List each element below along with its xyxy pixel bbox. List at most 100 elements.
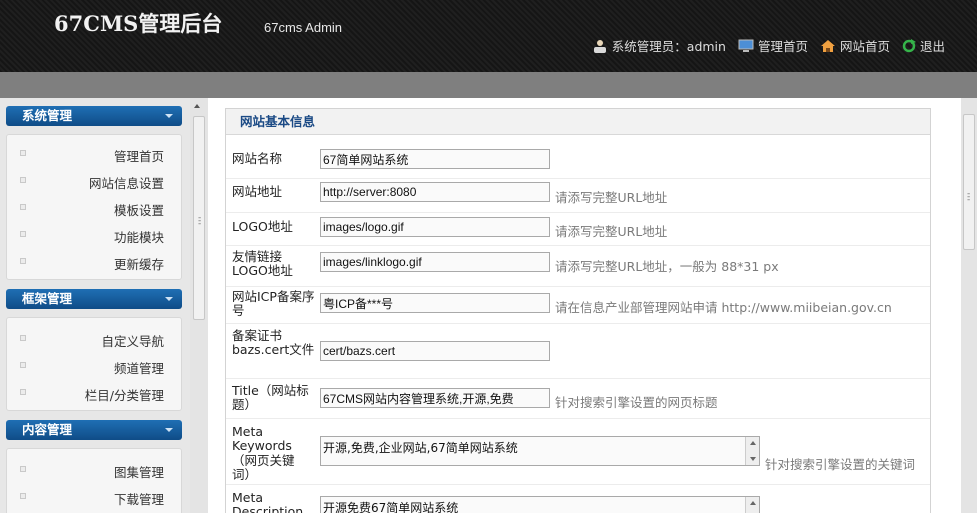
app-subtitle: 67cms Admin (264, 20, 343, 35)
form-row-keywords: Meta Keywords（网页关键词） 开源,免费,企业网站,67简单网站系统… (226, 419, 930, 485)
textarea-scrollbar[interactable] (745, 437, 759, 465)
bullet-icon (20, 493, 26, 499)
panel-title: 网站基本信息 (226, 109, 930, 135)
sidebar-menu-system: 管理首页 网站信息设置 模板设置 功能模块 更新缓存 (6, 134, 182, 280)
refresh-logout-icon (902, 38, 916, 52)
bullet-icon (20, 362, 26, 368)
scroll-up-icon[interactable] (750, 501, 756, 505)
scroll-up-icon[interactable] (750, 441, 756, 445)
sidebar-item-label: 下载管理 (113, 492, 164, 507)
site-home-label: 网站首页 (839, 39, 890, 54)
field-tip: 请在信息产业部管理网站申请 http://www.miibeian.gov.cn (555, 300, 892, 315)
icp-number-field[interactable] (320, 293, 550, 313)
bullet-icon (20, 231, 26, 237)
textarea-scrollbar[interactable] (745, 497, 759, 513)
textarea-text: 开源,免费,企业网站,67简单网站系统 (323, 441, 518, 455)
sidebar-item-templates[interactable]: 模板设置 (7, 198, 181, 218)
sidebar-item-label: 模板设置 (113, 203, 164, 218)
section-title: 框架管理 (22, 291, 73, 306)
form-row-logo: LOGO地址 请添写完整URL地址 (226, 213, 930, 246)
field-label: 友情链接LOGO地址 (232, 249, 293, 279)
logout-link[interactable]: 退出 (902, 36, 945, 55)
home-icon (820, 39, 835, 52)
sidebar-item-label: 管理首页 (113, 149, 164, 164)
sidebar-item-cache[interactable]: 更新缓存 (7, 252, 181, 272)
form-row-description: Meta Description 开源免费67简单网站系统 (226, 485, 930, 513)
keywords-textarea[interactable]: 开源,免费,企业网站,67简单网站系统 (320, 436, 760, 466)
field-tip: 针对搜索引擎设置的网页标题 (555, 395, 718, 410)
field-label: Meta Keywords（网页关键词） (232, 424, 295, 483)
field-label: Title（网站标题） (232, 383, 309, 413)
chevron-down-icon (165, 114, 173, 118)
sidebar-menu-framework: 自定义导航 频道管理 栏目/分类管理 (6, 317, 182, 411)
sidebar-section-framework[interactable]: 框架管理 (6, 289, 182, 309)
sidebar-section-content[interactable]: 内容管理 (6, 420, 182, 440)
field-label: 备案证书bazs.cert文件 (232, 328, 315, 358)
sidebar-item-modules[interactable]: 功能模块 (7, 225, 181, 245)
scrollbar-thumb[interactable]: --- (193, 116, 205, 320)
sidebar-item-label: 网站信息设置 (88, 176, 164, 191)
sidebar: 系统管理 管理首页 网站信息设置 模板设置 功能模块 更新缓存 框架管理 自定义… (0, 98, 190, 513)
scroll-up-icon[interactable] (194, 104, 200, 108)
logout-label: 退出 (919, 39, 945, 54)
sidebar-item-label: 自定义导航 (101, 334, 164, 349)
admin-label: 系统管理员：admin (611, 39, 726, 54)
bullet-icon (20, 258, 26, 264)
bullet-icon (20, 204, 26, 210)
cert-file-field[interactable] (320, 341, 550, 361)
scrollbar-thumb[interactable]: --- (963, 114, 975, 250)
app-title: 67CMS管理后台 (54, 11, 223, 36)
field-label: 网站名称 (232, 151, 283, 166)
admin-home-link[interactable]: 管理首页 (738, 36, 808, 55)
field-tip: 请添写完整URL地址，一般为 88*31 px (555, 259, 779, 274)
site-name-field[interactable] (320, 149, 550, 169)
textarea-text: 开源免费67简单网站系统 (323, 501, 459, 513)
field-label: LOGO地址 (232, 219, 293, 234)
site-home-link[interactable]: 网站首页 (820, 36, 890, 55)
form-row-title: Title（网站标题） 针对搜索引擎设置的网页标题 (226, 379, 930, 419)
field-label: 网站地址 (232, 184, 283, 199)
bullet-icon (20, 177, 26, 183)
sidebar-item-categories[interactable]: 栏目/分类管理 (7, 383, 181, 403)
form-row-site-url: 网站地址 请添写完整URL地址 (226, 179, 930, 213)
link-logo-field[interactable] (320, 252, 550, 272)
sidebar-item-channels[interactable]: 频道管理 (7, 356, 181, 376)
form-row-icp: 网站ICP备案序号 请在信息产业部管理网站申请 http://www.miibe… (226, 287, 930, 324)
monitor-icon (738, 39, 754, 52)
field-label: Meta Description (232, 490, 304, 513)
sidebar-item-gallery[interactable]: 图集管理 (7, 460, 181, 480)
sidebar-item-custom-nav[interactable]: 自定义导航 (7, 329, 181, 349)
scroll-down-icon[interactable] (750, 457, 756, 461)
sidebar-item-downloads[interactable]: 下载管理 (7, 487, 181, 507)
sidebar-item-label: 图集管理 (113, 465, 164, 480)
user-icon (593, 39, 606, 53)
sub-bar (0, 72, 977, 98)
sidebar-item-admin-home[interactable]: 管理首页 (7, 144, 181, 164)
admin-user-info: 系统管理员：admin (592, 36, 726, 55)
sidebar-section-system[interactable]: 系统管理 (6, 106, 182, 126)
section-title: 系统管理 (22, 108, 73, 123)
bullet-icon (20, 335, 26, 341)
form-row-link-logo: 友情链接LOGO地址 请添写完整URL地址，一般为 88*31 px (226, 246, 930, 287)
description-textarea[interactable]: 开源免费67简单网站系统 (320, 496, 760, 513)
field-label: 网站ICP备案序号 (232, 289, 315, 319)
sidebar-item-label: 更新缓存 (113, 257, 164, 272)
title-field[interactable] (320, 388, 550, 408)
main-content: 网站基本信息 网站名称 网站地址 请添写完整URL地址 LOGO地址 请添写完整… (208, 98, 961, 513)
sidebar-scrollbar[interactable]: --- (190, 98, 208, 513)
top-header: 67CMS管理后台 67cms Admin 系统管理员：admin 管理首页 网… (0, 0, 977, 72)
form-row-site-name: 网站名称 (226, 147, 930, 179)
logo-url-field[interactable] (320, 217, 550, 237)
grip-icon: --- (198, 213, 202, 229)
form-row-cert: 备案证书bazs.cert文件 (226, 324, 930, 379)
chevron-down-icon (165, 297, 173, 301)
field-tip: 请添写完整URL地址 (555, 190, 668, 205)
sidebar-item-label: 频道管理 (113, 361, 164, 376)
top-nav: 系统管理员：admin 管理首页 网站首页 退出 (592, 36, 945, 55)
sidebar-item-label: 功能模块 (113, 230, 164, 245)
main-scrollbar[interactable]: --- (961, 98, 977, 513)
site-info-panel: 网站基本信息 网站名称 网站地址 请添写完整URL地址 LOGO地址 请添写完整… (225, 108, 931, 513)
sidebar-item-site-info[interactable]: 网站信息设置 (7, 171, 181, 191)
section-title: 内容管理 (22, 422, 73, 437)
site-url-field[interactable] (320, 182, 550, 202)
